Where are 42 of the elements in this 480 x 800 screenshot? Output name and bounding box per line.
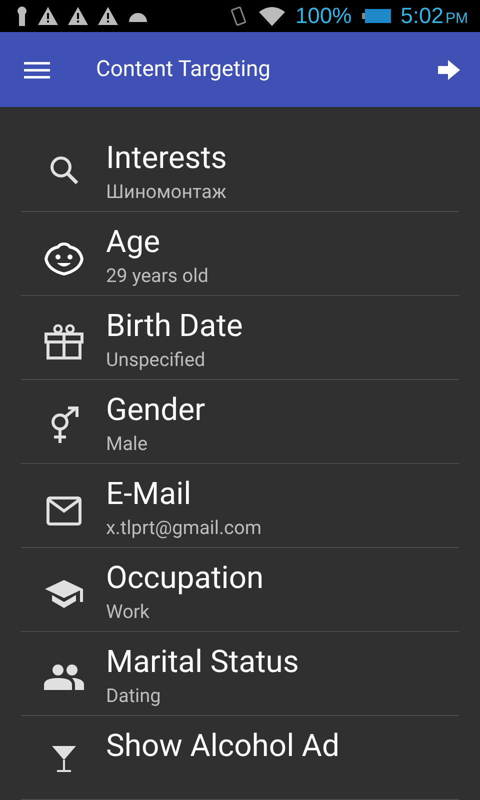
android-icon [128, 10, 148, 22]
setting-value: Unspecified [106, 347, 206, 373]
keyhole-icon [16, 6, 28, 26]
setting-row[interactable]: Interests Шиномонтаж [21, 128, 459, 212]
people-icon [44, 664, 84, 690]
setting-title: Gender [106, 390, 206, 430]
menu-button[interactable] [24, 60, 50, 80]
setting-row[interactable]: Marital Status Dating [21, 632, 459, 716]
graduation-cap-icon [44, 578, 84, 610]
clock: 5:02 PM [400, 3, 468, 29]
gender-symbol-icon [48, 406, 78, 444]
setting-title: Show Alcohol Ad [106, 726, 340, 766]
setting-title: Occupation [106, 558, 264, 598]
gift-icon [44, 324, 84, 360]
setting-value: 29 years old [106, 263, 208, 289]
search-icon [48, 154, 80, 186]
battery-percentage: 100% [295, 3, 352, 29]
setting-row[interactable]: Birth Date Unspecified [21, 296, 459, 380]
setting-title: Age [106, 222, 162, 262]
setting-title: E-Mail [106, 474, 192, 514]
envelope-icon [46, 496, 82, 526]
setting-row[interactable]: Gender Male [21, 380, 459, 464]
setting-row[interactable]: E-Mail x.tlprt@gmail.com [21, 464, 459, 548]
setting-value: x.tlprt@gmail.com [106, 515, 262, 541]
warning-icon [98, 7, 118, 25]
baby-face-icon [44, 242, 84, 276]
setting-title: Interests [106, 138, 227, 178]
setting-value: Male [106, 431, 149, 457]
app-title: Content Targeting [96, 57, 272, 82]
setting-title: Marital Status [106, 642, 299, 682]
setting-row[interactable]: Occupation Work [21, 548, 459, 632]
warning-icon [68, 7, 88, 25]
wifi-icon [259, 6, 286, 26]
warning-icon [38, 7, 58, 25]
setting-value: Dating [106, 683, 162, 709]
setting-value: Шиномонтаж [106, 179, 227, 205]
setting-row[interactable]: Age 29 years old [21, 212, 459, 296]
forward-button[interactable] [438, 58, 460, 80]
battery-icon [362, 8, 391, 24]
setting-title: Birth Date [106, 306, 243, 346]
setting-value: Work [106, 599, 150, 625]
setting-row[interactable]: Show Alcohol Ad [21, 716, 459, 800]
